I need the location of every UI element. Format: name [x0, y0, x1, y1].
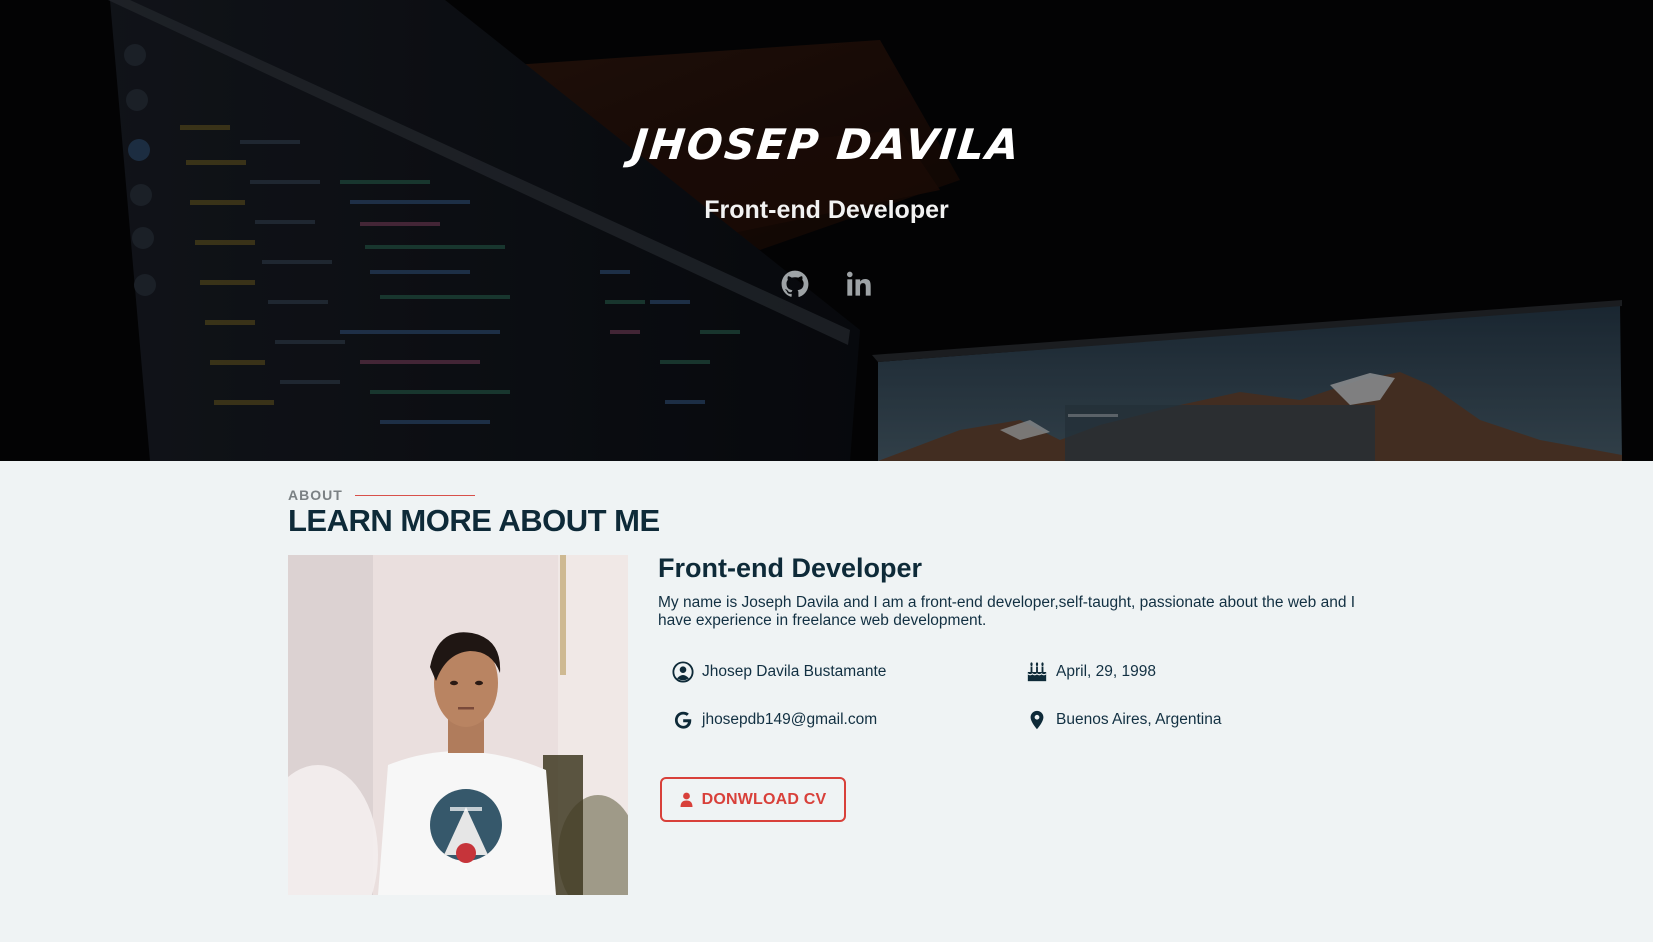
linkedin-link[interactable] — [845, 270, 873, 298]
about-subtitle: Front-end Developer — [658, 553, 923, 583]
detail-email: jhosepdb149@gmail.com — [672, 709, 877, 731]
google-icon — [674, 711, 692, 729]
user-icon — [680, 792, 693, 807]
linkedin-icon — [846, 271, 871, 296]
download-cv-button[interactable]: DONWLOAD CV — [660, 777, 846, 822]
hero-role: Front-end Developer — [704, 196, 949, 224]
location-value: Buenos Aires, Argentina — [1056, 711, 1222, 728]
section-eyebrow: ABOUT — [288, 487, 475, 503]
hero-banner: JHOSEP DAVILA Front-end Developer — [0, 0, 1653, 461]
eyebrow-divider — [354, 494, 475, 496]
profile-photo — [288, 555, 628, 895]
github-icon — [781, 270, 808, 297]
detail-birthday: April, 29, 1998 — [1026, 661, 1156, 683]
detail-location: Buenos Aires, Argentina — [1026, 709, 1221, 731]
hero-name: JHOSEP DAVILA — [629, 120, 1024, 169]
about-description: My name is Joseph Davila and I am a fron… — [658, 594, 1356, 629]
about-section: ABOUT — [0, 461, 1653, 942]
email-value: jhosepdb149@gmail.com — [702, 711, 878, 728]
map-marker-icon — [1030, 710, 1044, 730]
social-links — [0, 270, 1653, 298]
birthday-cake-icon — [1027, 662, 1047, 682]
github-link[interactable] — [781, 270, 809, 298]
eyebrow-label: ABOUT — [288, 487, 343, 503]
birthday-value: April, 29, 1998 — [1056, 663, 1156, 680]
section-title: LEARN MORE ABOUT ME — [288, 503, 660, 538]
user-circle-icon — [672, 661, 694, 683]
download-cv-label: DONWLOAD CV — [701, 790, 827, 808]
about-info: Front-end Developer My name is Joseph Da… — [658, 553, 1358, 630]
profile-photo-image — [288, 555, 628, 895]
full-name-value: Jhosep Davila Bustamante — [702, 663, 887, 680]
detail-full-name: Jhosep Davila Bustamante — [672, 661, 886, 683]
hero-background-image — [0, 0, 1653, 461]
